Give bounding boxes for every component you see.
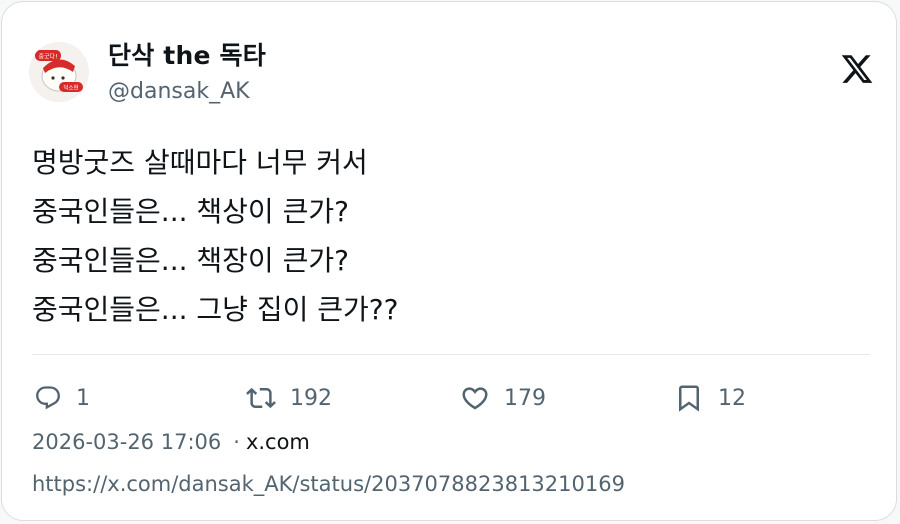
tweet-line: 중국인들은... 그냥 집이 큰가?? — [32, 293, 399, 326]
avatar[interactable]: 중굿다! 덕소현 — [29, 42, 89, 102]
bookmark-count: 12 — [718, 385, 746, 411]
tweet-line: 중국인들은... 책장이 큰가? — [32, 244, 349, 277]
tweet-line: 명방굿즈 살때마다 너무 커서 — [32, 146, 368, 179]
retweet-count: 192 — [290, 385, 332, 411]
timestamp[interactable]: 2026-03-26 17:06 — [32, 430, 221, 454]
divider — [32, 354, 870, 355]
site-link[interactable]: x.com — [246, 430, 310, 454]
avatar-bottom-label: 덕소현 — [63, 84, 78, 92]
author-handle[interactable]: @dansak_AK — [108, 79, 250, 104]
avatar-image: 중굿다! 덕소현 — [29, 42, 89, 102]
tweet-url[interactable]: https://x.com/dansak_AK/status/203707882… — [32, 472, 625, 496]
tweet-line: 중국인들은... 책상이 큰가? — [32, 195, 349, 228]
avatar-top-label: 중굿다! — [39, 53, 58, 61]
reply-count: 1 — [76, 385, 90, 411]
reply-button[interactable]: 1 — [34, 378, 90, 418]
meta-separator: · — [233, 430, 240, 454]
like-button[interactable]: 179 — [460, 378, 546, 418]
reply-icon — [36, 386, 60, 410]
retweet-icon — [246, 387, 276, 409]
retweet-button[interactable]: 192 — [246, 378, 332, 418]
bookmark-icon — [679, 385, 699, 412]
x-logo-icon[interactable] — [840, 52, 874, 86]
tweet-meta: 2026-03-26 17:06 · x.com — [32, 430, 310, 454]
bookmark-button[interactable]: 12 — [674, 378, 746, 418]
heart-icon — [462, 387, 488, 410]
tweet-card: 중굿다! 덕소현 단삭 the 독타 @dansak_AK 명방굿즈 살때마다 … — [1, 1, 897, 521]
like-count: 179 — [504, 385, 546, 411]
author-display-name[interactable]: 단삭 the 독타 — [108, 36, 266, 72]
tweet-text: 명방굿즈 살때마다 너무 커서 중국인들은... 책상이 큰가? 중국인들은..… — [32, 138, 399, 334]
